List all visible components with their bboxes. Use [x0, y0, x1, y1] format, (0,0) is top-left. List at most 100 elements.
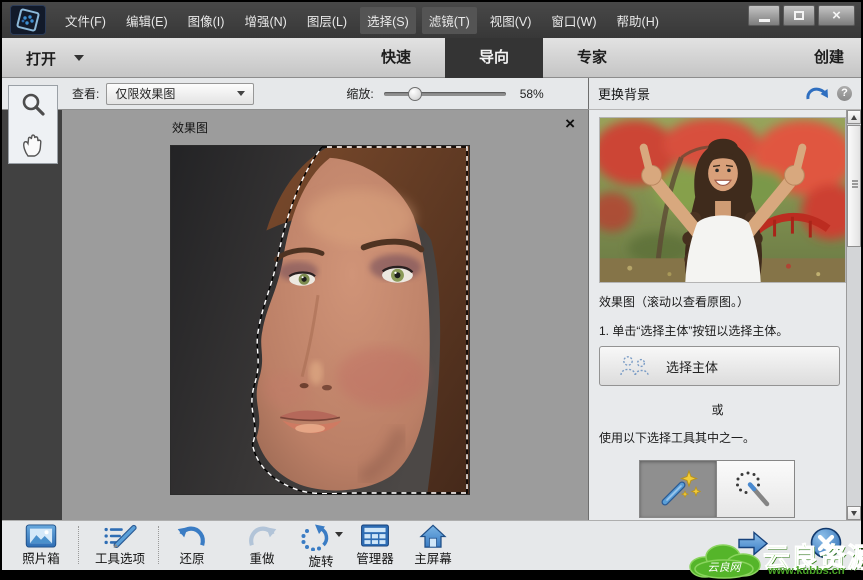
chevron-down-icon[interactable]: [335, 532, 343, 537]
or-label: 或: [589, 401, 846, 418]
panel-scrollbar[interactable]: [846, 110, 861, 520]
photo-bin-button[interactable]: 照片箱: [12, 524, 70, 569]
zoom-value: 58%: [520, 87, 544, 101]
home-screen-button[interactable]: 主屏幕: [404, 524, 462, 569]
close-button[interactable]: ×: [818, 5, 855, 26]
watermark-badge-text: 云良网: [708, 561, 743, 574]
tool-options-label: 工具选项: [95, 548, 145, 567]
reset-icon[interactable]: [805, 85, 829, 102]
view-dropdown-value: 仅限效果图: [115, 85, 233, 102]
organizer-button[interactable]: 管理器: [346, 524, 404, 569]
watermark: 云良网 云良资源网 www.kubbs.cn: [680, 535, 863, 580]
preview-caption: 效果图（滚动以查看原图。）: [599, 293, 749, 310]
photo-bin-icon: [24, 524, 58, 548]
minimize-button[interactable]: [748, 5, 780, 26]
left-tool-strip: [2, 110, 62, 520]
options-bar: 查看: 仅限效果图 缩放: 58%: [2, 78, 588, 110]
menu-filter[interactable]: 滤镜(T): [422, 7, 477, 34]
step-instruction: 1. 单击“选择主体”按钮以选择主体。: [599, 322, 843, 339]
chevron-down-icon: [237, 91, 245, 96]
menu-layer[interactable]: 图层(L): [300, 7, 354, 34]
titlebar: 文件(F) 编辑(E) 图像(I) 增强(N) 图层(L) 选择(S) 滤镜(T…: [2, 2, 861, 38]
view-label: 查看:: [72, 85, 99, 102]
view-dropdown[interactable]: 仅限效果图: [106, 83, 254, 105]
menubar: 文件(F) 编辑(E) 图像(I) 增强(N) 图层(L) 选择(S) 滤镜(T…: [58, 7, 672, 34]
scrollbar-thumb[interactable]: [847, 125, 861, 247]
hand-tool-icon[interactable]: [19, 130, 47, 158]
panel-title: 更换背景: [598, 84, 805, 103]
triangle-down-icon: [851, 511, 857, 516]
scrollbar-grip: [852, 183, 858, 185]
menu-help[interactable]: 帮助(H): [610, 7, 666, 34]
photo-bin-label: 照片箱: [22, 548, 60, 567]
close-icon: ×: [832, 8, 841, 23]
window-controls: ×: [745, 5, 855, 26]
zoom-tool-icon[interactable]: [19, 91, 47, 119]
home-icon: [418, 524, 448, 548]
scroll-down-button[interactable]: [847, 506, 861, 520]
taskbar-separator: [78, 526, 79, 564]
organizer-label: 管理器: [356, 548, 394, 567]
zoom-slider-track: [384, 92, 506, 96]
app-logo-icon: [10, 5, 46, 35]
open-label: 打开: [26, 48, 56, 69]
undo-icon: [175, 524, 209, 548]
app-window: 文件(F) 编辑(E) 图像(I) 增强(N) 图层(L) 选择(S) 滤镜(T…: [0, 0, 863, 580]
chevron-down-icon: [74, 55, 84, 61]
redo-label: 重做: [249, 548, 274, 567]
canvas-close-icon[interactable]: ×: [565, 115, 575, 132]
zoom-slider[interactable]: [384, 87, 506, 101]
minimize-icon: [759, 19, 770, 22]
home-screen-label: 主屏幕: [414, 548, 452, 567]
tools-box: [8, 85, 58, 164]
tab-quick[interactable]: 快速: [347, 38, 445, 78]
menu-view[interactable]: 视图(V): [483, 7, 539, 34]
quick-selection-icon: [655, 468, 701, 510]
panel-header: 更换背景 ?: [588, 78, 861, 110]
rotate-button[interactable]: 旋转: [292, 524, 350, 569]
rotate-label: 旋转: [308, 551, 333, 570]
preview-image: [599, 117, 846, 283]
taskbar-separator: [158, 526, 159, 564]
menu-enhance[interactable]: 增强(N): [237, 7, 293, 34]
maximize-button[interactable]: [783, 5, 815, 26]
select-subject-button[interactable]: 选择主体: [599, 346, 840, 386]
create-button[interactable]: 创建: [814, 38, 844, 78]
zoom-slider-thumb[interactable]: [408, 87, 422, 101]
redo-icon: [245, 524, 279, 548]
select-subject-icon: [618, 354, 652, 378]
quick-selection-tool-button[interactable]: [639, 460, 717, 518]
menu-edit[interactable]: 编辑(E): [119, 7, 175, 34]
triangle-up-icon: [851, 115, 857, 120]
tab-guided[interactable]: 导向: [445, 38, 543, 78]
menu-file[interactable]: 文件(F): [58, 7, 113, 34]
tools-hint: 使用以下选择工具其中之一。: [599, 429, 755, 446]
undo-label: 还原: [179, 548, 204, 567]
tool-options-icon: [100, 524, 140, 548]
mode-tabbar: 打开 快速 导向 专家 创建: [2, 38, 861, 78]
canvas-label: 效果图: [172, 119, 208, 136]
magic-wand-tool-button[interactable]: [717, 460, 795, 518]
watermark-url: www.kubbs.cn: [768, 565, 845, 577]
menu-image[interactable]: 图像(I): [181, 7, 232, 34]
help-icon[interactable]: ?: [837, 86, 852, 101]
mode-tabs: 快速 导向 专家: [347, 38, 641, 78]
maximize-icon: [794, 11, 804, 20]
menu-select[interactable]: 选择(S): [360, 7, 416, 34]
tab-expert[interactable]: 专家: [543, 38, 641, 78]
edited-photo[interactable]: [170, 145, 470, 495]
tool-options-button[interactable]: 工具选项: [88, 524, 152, 569]
select-subject-label: 选择主体: [666, 357, 718, 376]
zoom-label: 缩放:: [346, 85, 373, 102]
watermark-cloud-icon: 云良网: [685, 541, 763, 579]
rotate-icon: [299, 524, 331, 551]
magic-wand-icon: [733, 468, 779, 510]
open-button[interactable]: 打开: [26, 38, 84, 78]
redo-button[interactable]: 重做: [236, 524, 288, 569]
undo-button[interactable]: 还原: [166, 524, 218, 569]
guided-panel: 效果图（滚动以查看原图。） 1. 单击“选择主体”按钮以选择主体。 选择主体 或…: [588, 110, 861, 520]
scroll-up-button[interactable]: [847, 110, 861, 124]
menu-window[interactable]: 窗口(W): [544, 7, 603, 34]
organizer-icon: [360, 524, 390, 548]
selection-tools: [639, 460, 795, 518]
